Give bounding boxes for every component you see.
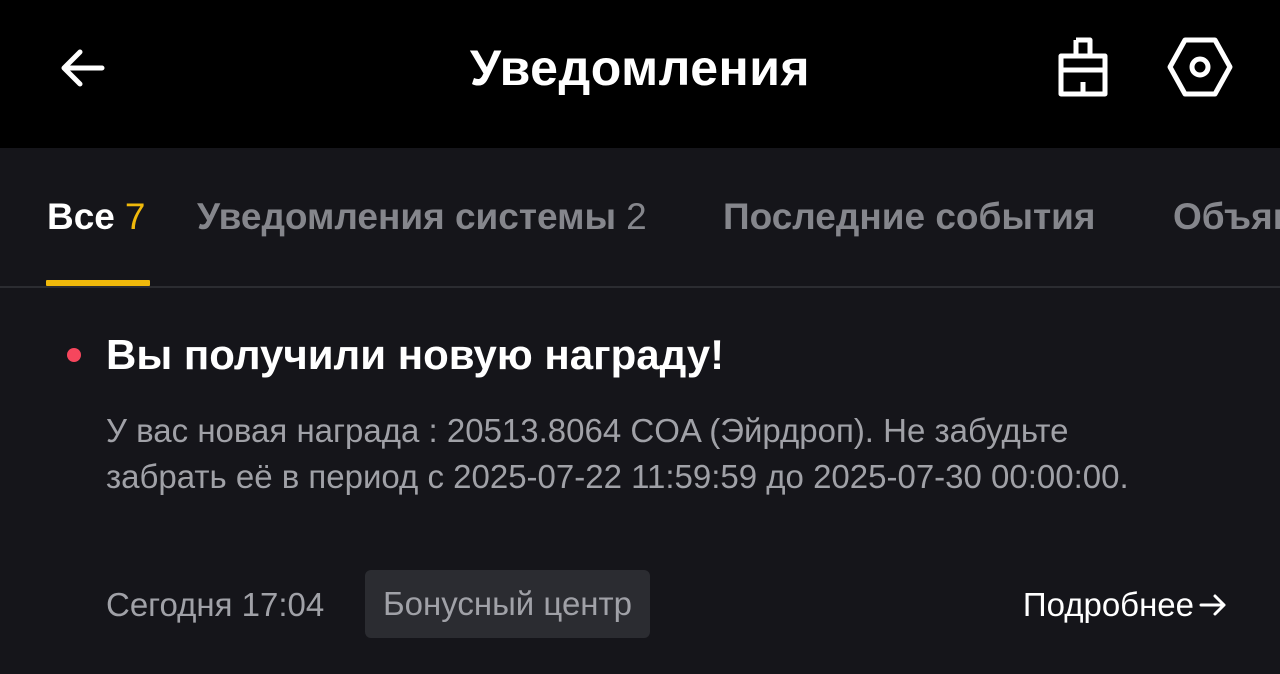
tab-events-label: Последние события [723,196,1096,237]
tab-all-label: Все [47,196,115,237]
details-label: Подробнее [1022,586,1194,623]
arrow-right-icon [1199,594,1226,616]
notification-time: Сегодня 17:04 [106,586,325,623]
tab-system-count: 2 [626,196,647,237]
notification-category-tag: Бонусный центр [365,570,650,638]
notifications-screen: Уведомления Все 7 Уведомления системы 2 … [0,0,1280,674]
header-bar: Уведомления [0,0,1280,148]
tab-system-notifications[interactable]: Уведомления системы 2 [197,192,647,242]
tab-all[interactable]: Все 7 [47,192,145,242]
tab-announcements-label: Объявления [1173,196,1280,237]
details-link[interactable]: Подробнее [1023,580,1228,630]
broom-icon [1058,37,1108,97]
back-button[interactable] [50,36,114,100]
clear-all-button[interactable] [1048,32,1118,102]
notification-title: Вы получили новую награду! [106,331,725,378]
arrow-left-icon [61,49,105,87]
settings-button[interactable] [1162,32,1238,102]
notification-body: У вас новая награда : 20513.8064 COA (Эй… [106,412,1129,495]
tab-bar: Все 7 Уведомления системы 2 Последние собы… [0,148,1280,288]
tab-all-count: 7 [124,196,146,237]
hex-gear-icon [1167,37,1233,97]
tab-announcements[interactable]: Объявления [1173,192,1280,242]
tab-system-label: Уведомления системы [197,196,617,237]
notification-item[interactable]: Вы получили новую награду! У вас новая н… [0,288,1280,674]
tab-latest-events[interactable]: Последние события [723,192,1095,242]
page-title: Уведомления [469,40,811,96]
main-content: Все 7 Уведомления системы 2 Последние собы… [0,148,1280,674]
unread-dot [67,348,81,362]
active-tab-indicator [46,280,150,286]
